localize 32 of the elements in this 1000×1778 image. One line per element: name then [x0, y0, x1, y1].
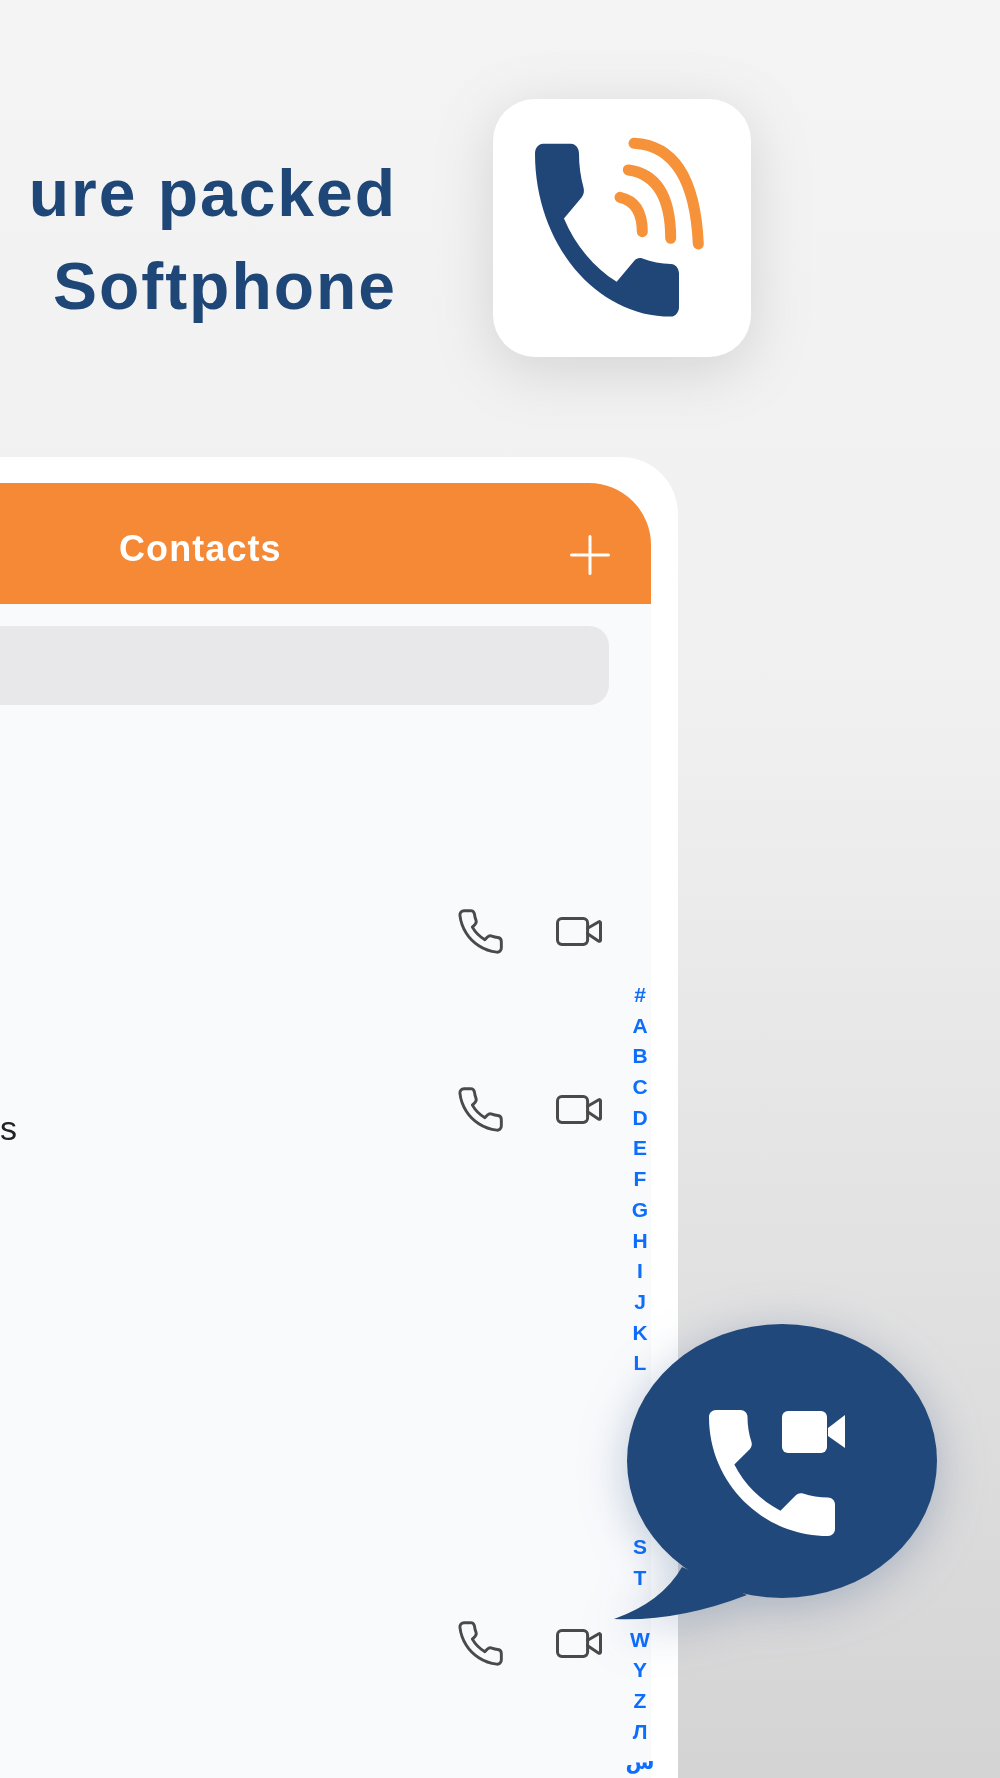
index-letter[interactable]: B — [632, 1045, 648, 1068]
index-letter[interactable]: Y — [633, 1659, 647, 1682]
video-camera-icon[interactable] — [556, 1628, 602, 1658]
index-letter[interactable]: H — [632, 1229, 648, 1252]
index-letter[interactable]: W — [630, 1628, 650, 1651]
index-letter[interactable]: T — [633, 1567, 647, 1590]
video-camera-icon[interactable] — [556, 1094, 602, 1124]
headline: ure packed Softphone — [28, 155, 397, 325]
phone-icon[interactable] — [458, 1620, 503, 1666]
index-letter[interactable]: Z — [633, 1689, 647, 1712]
index-letter[interactable]: I — [637, 1260, 643, 1283]
index-letter[interactable]: C — [632, 1076, 648, 1099]
video-camera-icon[interactable] — [556, 916, 602, 946]
contact-name[interactable]: s — [0, 1108, 17, 1148]
ringing-phone-icon — [493, 99, 751, 357]
index-letter[interactable]: س — [625, 1751, 655, 1774]
index-letter[interactable]: D — [632, 1106, 648, 1129]
index-letter[interactable]: L — [633, 1352, 647, 1375]
phone-icon[interactable] — [458, 908, 503, 954]
index-letter[interactable]: # — [634, 984, 646, 1006]
screen-title: Contacts — [119, 526, 282, 571]
phone-icon[interactable] — [458, 1086, 503, 1132]
index-letter[interactable]: S — [633, 1536, 647, 1559]
index-letter[interactable]: A — [632, 1014, 648, 1037]
index-letter[interactable]: Л — [632, 1720, 648, 1743]
index-letter[interactable]: E — [633, 1137, 647, 1160]
phone-icon — [709, 1410, 835, 1536]
index-letter[interactable]: K — [632, 1321, 648, 1344]
video-camera-icon — [782, 1411, 845, 1453]
index-letter[interactable]: G — [631, 1198, 649, 1221]
index-letter[interactable]: F — [633, 1168, 647, 1191]
index-letter[interactable]: J — [634, 1290, 646, 1313]
